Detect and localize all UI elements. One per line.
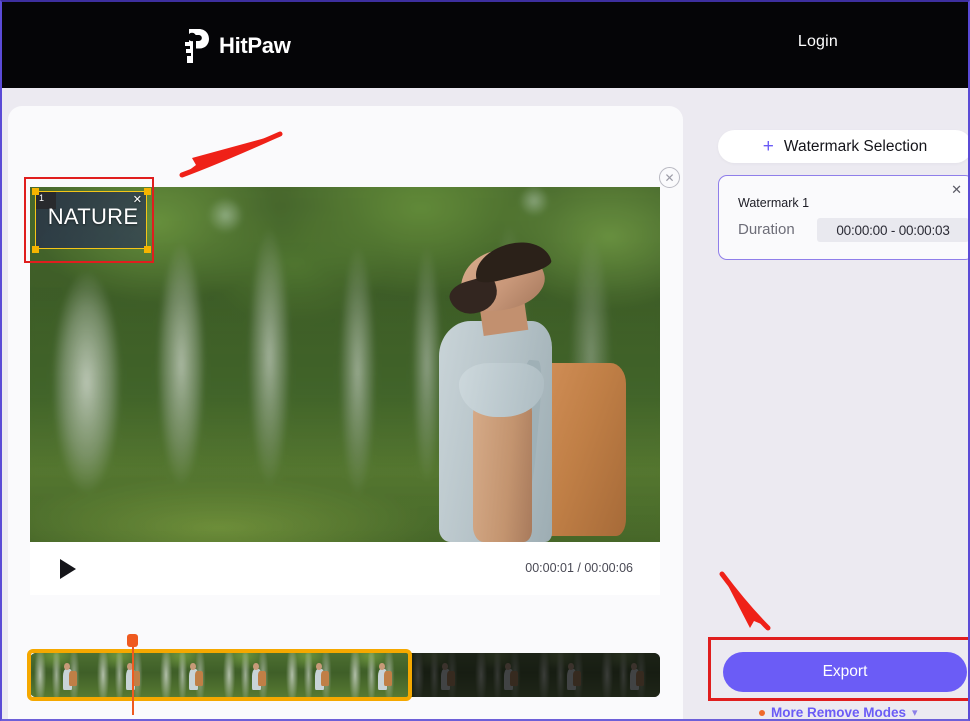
close-circle-icon[interactable]: ✕ xyxy=(659,167,680,188)
duration-value[interactable]: 00:00:00 - 00:00:03 xyxy=(817,218,968,242)
resize-handle-top-left[interactable] xyxy=(32,188,39,195)
watermark-card-close-icon[interactable]: ✕ xyxy=(951,182,962,198)
chevron-down-icon: ▾ xyxy=(912,707,918,719)
watermark-selection-button[interactable]: + Watermark Selection xyxy=(718,130,968,163)
filmstrip-frame xyxy=(156,653,219,697)
timeline-track[interactable] xyxy=(30,653,660,697)
filmstrip-frame xyxy=(219,653,282,697)
brand-logo[interactable]: HitPaw xyxy=(180,28,291,64)
watermark-highlight-box: 1 ✕ NATURE xyxy=(24,177,154,263)
duration-label: Duration xyxy=(738,221,795,238)
timeline-playhead-line xyxy=(131,645,134,715)
filmstrip-frame xyxy=(534,653,597,697)
filmstrip-frame xyxy=(282,653,345,697)
watermark-card: ✕ Watermark 1 Duration 00:00:00 - 00:00:… xyxy=(718,175,968,260)
player-controls: 00:00:01 / 00:00:06 xyxy=(30,542,660,595)
resize-handle-bottom-right[interactable] xyxy=(144,246,151,253)
video-subject-hiker xyxy=(377,235,661,542)
status-dot-icon xyxy=(759,709,765,716)
watermark-card-title: Watermark 1 xyxy=(738,196,810,210)
brand-name: HitPaw xyxy=(219,33,291,58)
watermark-selection-region[interactable]: 1 ✕ NATURE xyxy=(35,191,147,249)
filmstrip-frame xyxy=(597,653,660,697)
red-arrow-icon-to-export xyxy=(719,571,771,631)
login-button[interactable]: Login xyxy=(798,33,838,51)
time-display: 00:00:01 / 00:00:06 xyxy=(525,561,633,575)
filmstrip-frame xyxy=(345,653,408,697)
resize-handle-bottom-left[interactable] xyxy=(32,246,39,253)
filmstrip-frame xyxy=(93,653,156,697)
export-button[interactable]: Export xyxy=(723,652,967,692)
more-remove-modes-label: More Remove Modes xyxy=(771,705,907,720)
play-icon[interactable] xyxy=(60,559,76,579)
hitpaw-logo-icon xyxy=(185,29,209,63)
filmstrip-frame xyxy=(30,653,93,697)
plus-icon: + xyxy=(762,136,774,157)
watermark-selection-label: Watermark Selection xyxy=(783,137,928,155)
app-window: HitPaw Login ✕ 1 ✕ NATURE 00:00:01 / 00:… xyxy=(0,0,970,721)
resize-handle-top-right[interactable] xyxy=(144,188,151,195)
more-remove-modes-button[interactable]: More Remove Modes ▾ xyxy=(759,705,918,720)
filmstrip-frame xyxy=(471,653,534,697)
watermark-text: NATURE xyxy=(47,204,139,229)
filmstrip xyxy=(30,653,660,697)
filmstrip-frame xyxy=(408,653,471,697)
top-bar: HitPaw Login xyxy=(2,2,968,88)
